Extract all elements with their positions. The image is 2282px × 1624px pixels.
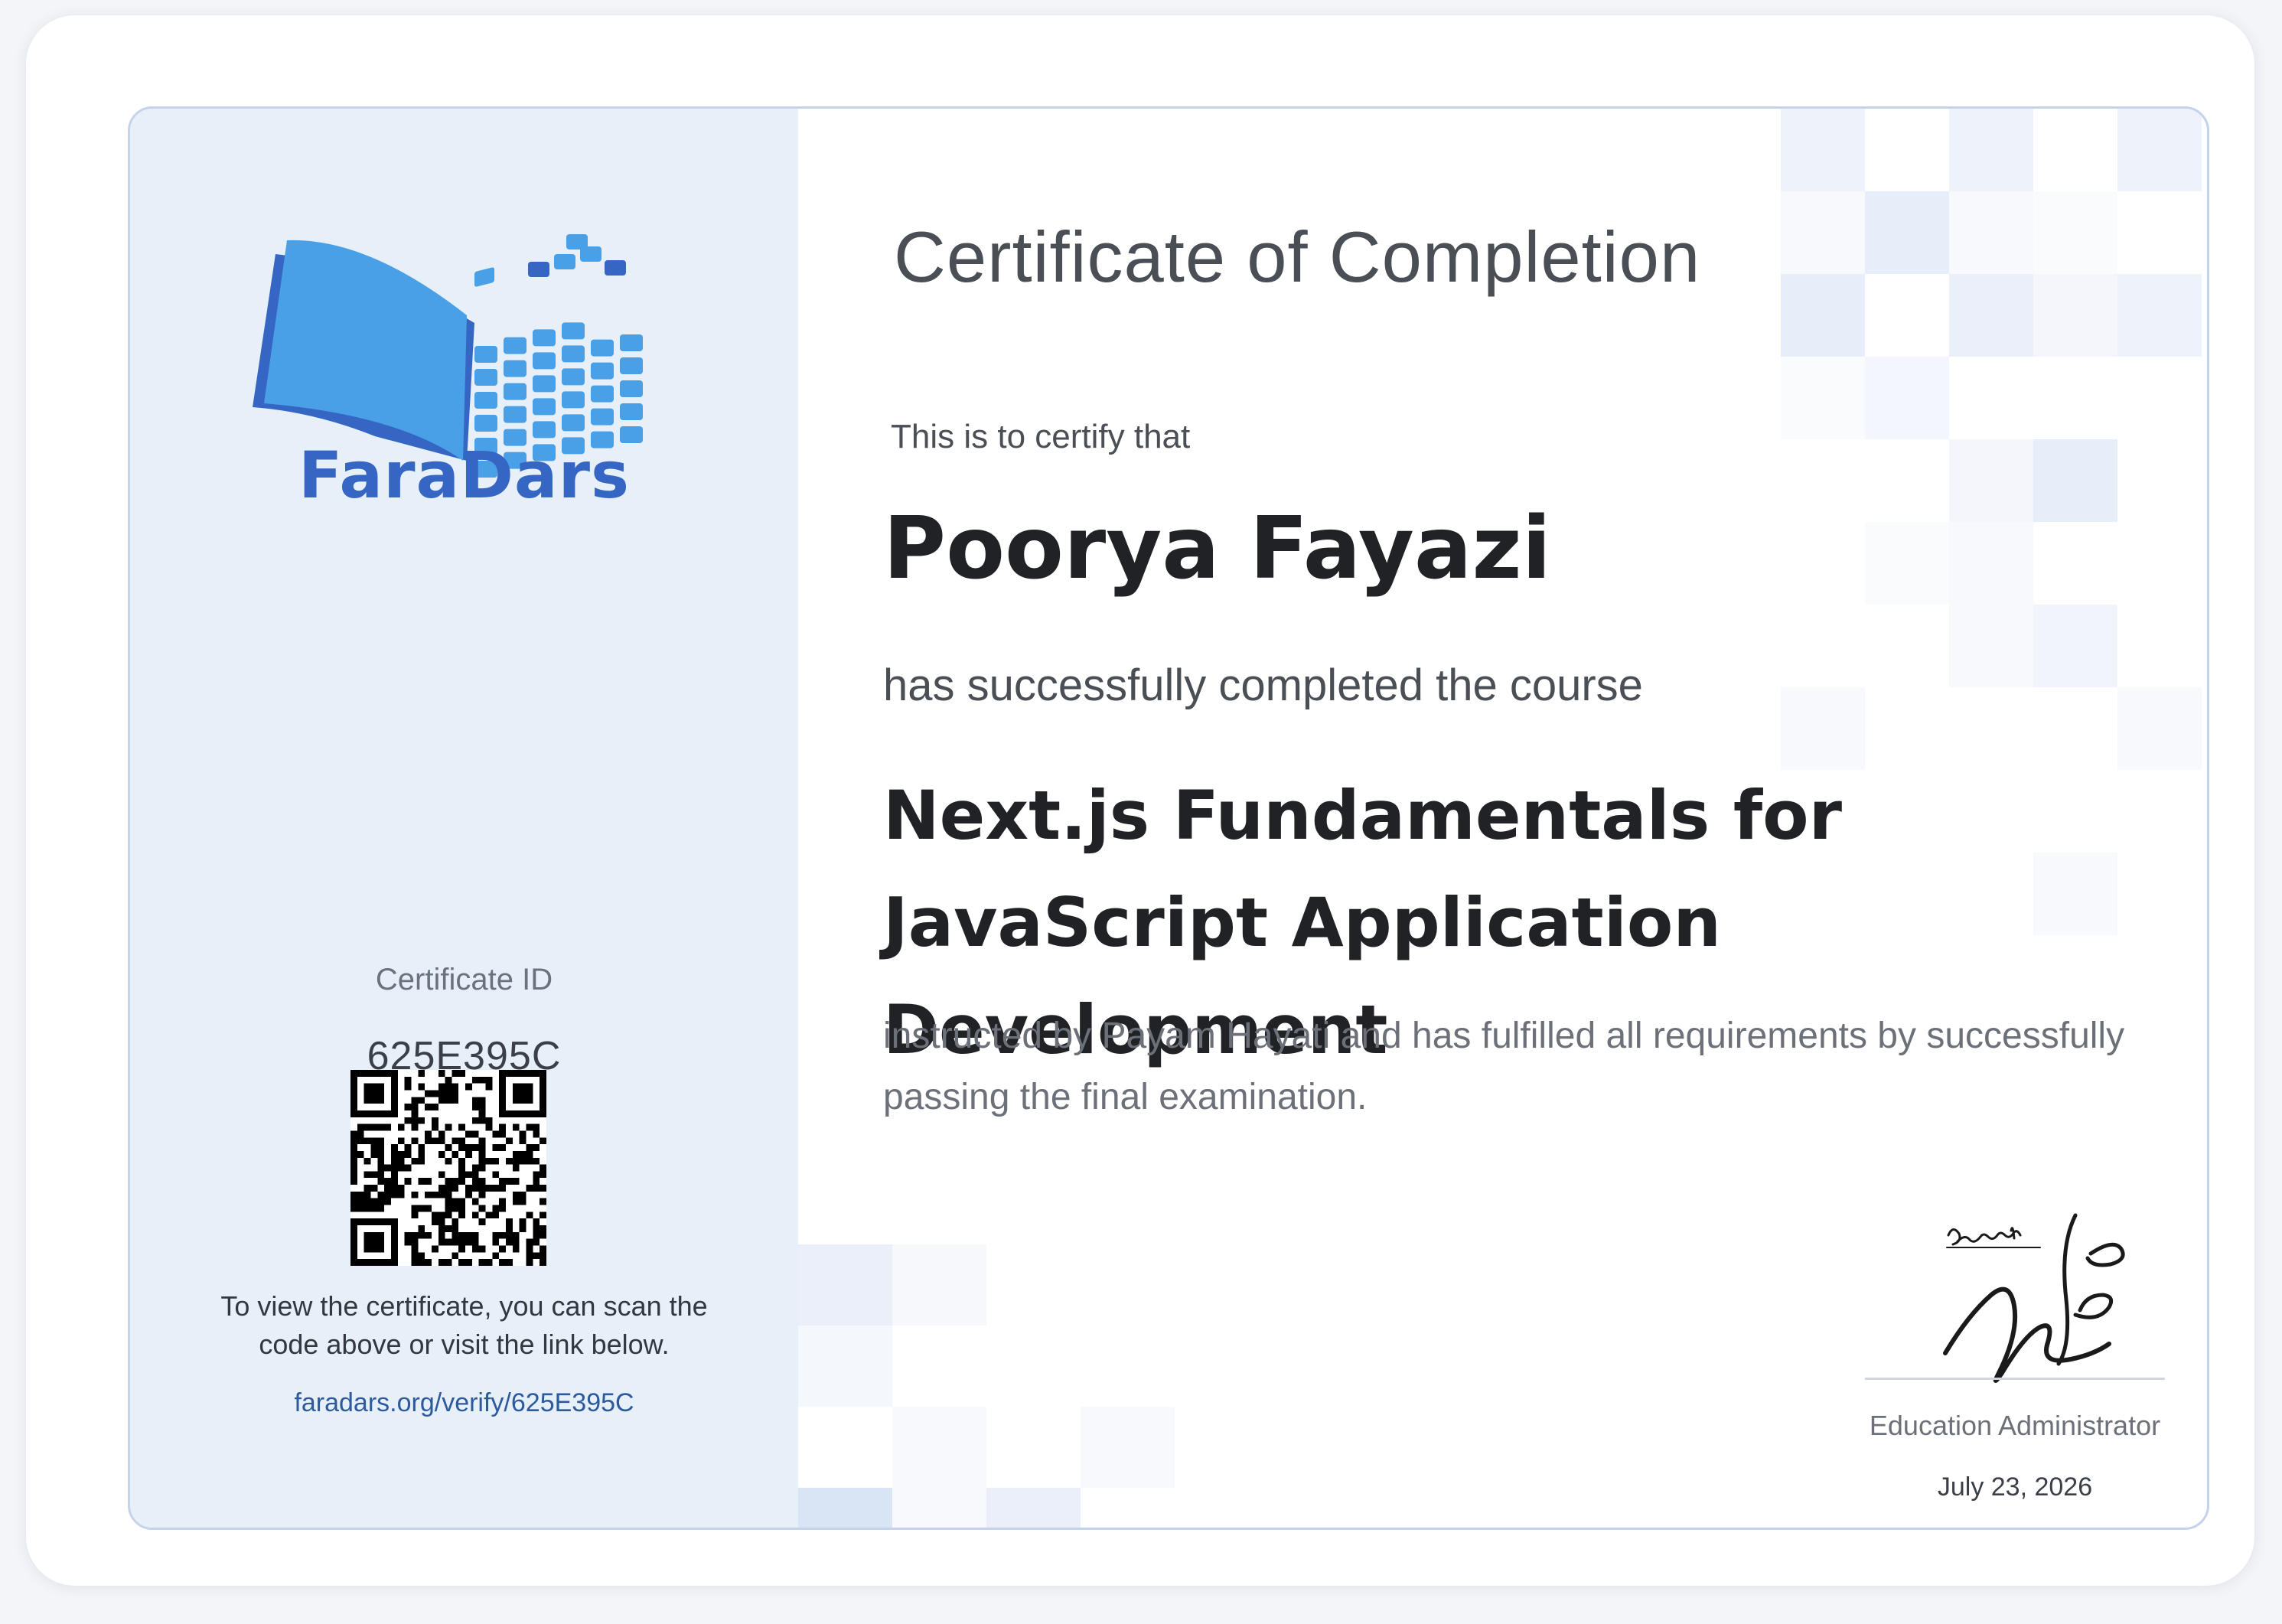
certificate-card: FaraDars Certificate ID 625E395C To view… bbox=[128, 106, 2209, 1530]
verify-link[interactable]: faradars.org/verify/625E395C bbox=[130, 1388, 798, 1418]
signatory-role: Education Administrator bbox=[1869, 1410, 2161, 1441]
recipient-name: Poorya Fayazi bbox=[883, 499, 1552, 598]
brand-name: FaraDars bbox=[298, 438, 631, 513]
instructor-statement: instructed by Payam Hayati and has fulfi… bbox=[883, 1016, 2125, 1117]
certificate-id-label: Certificate ID bbox=[375, 963, 553, 996]
left-panel: FaraDars Certificate ID 625E395C To view… bbox=[130, 109, 798, 1528]
certificate-title: Certificate of Completion bbox=[894, 217, 1701, 297]
certify-text: This is to certify that bbox=[891, 418, 1191, 455]
qr-code[interactable] bbox=[350, 1070, 546, 1266]
signature-image bbox=[1941, 1208, 2207, 1391]
qr-instructions: To view the certificate, you can scan th… bbox=[220, 1290, 708, 1360]
completed-text: has successfully completed the course bbox=[883, 660, 1643, 710]
page-frame: FaraDars Certificate ID 625E395C To view… bbox=[26, 15, 2254, 1586]
certificate-date: July 23, 2026 bbox=[1937, 1472, 2093, 1502]
faradars-logo bbox=[245, 231, 673, 568]
signature-line bbox=[1865, 1378, 2165, 1380]
